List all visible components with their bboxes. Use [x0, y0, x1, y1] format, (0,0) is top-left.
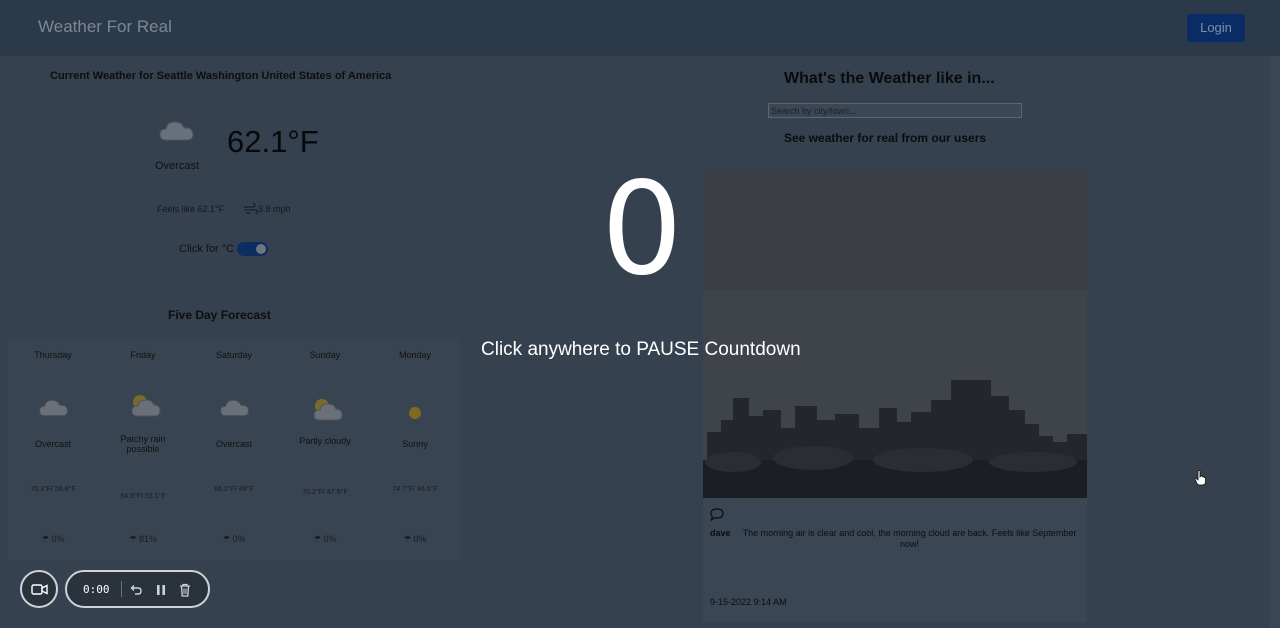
- umbrella-icon: ☂: [403, 534, 412, 544]
- sun-cloud-rain-icon: [128, 392, 162, 429]
- umbrella-icon: ☂: [222, 534, 231, 544]
- forecast-day-name: Thursday: [34, 350, 72, 360]
- forecast-day-name: Saturday: [215, 350, 253, 360]
- forecast-day-sunday: Sunday Partly cloudy 70.2°F/ 47.5°F ☂ 0%: [280, 338, 370, 560]
- forecast-day-friday: Friday Patchy rain possible 64.9°F/ 53.1…: [98, 338, 188, 560]
- forecast-temps: 70.2°F/ 47.5°F: [302, 489, 348, 496]
- forecast-condition: Patchy rain possible: [120, 434, 166, 454]
- wind-icon: [243, 202, 259, 220]
- forecast-day-saturday: Saturday Overcast 66.2°F/ 49°F ☂ 0%: [189, 338, 279, 560]
- trash-icon: [180, 583, 190, 597]
- recording-control-bar: 0:00: [65, 570, 210, 608]
- forecast-condition: Overcast: [215, 439, 252, 449]
- wind-speed: 3.8 mph: [258, 204, 291, 214]
- pause-icon: [157, 585, 165, 595]
- hand-cursor-icon: [1194, 470, 1206, 491]
- forecast-title: Five Day Forecast: [168, 308, 271, 322]
- forecast-precip: ☂ 0%: [222, 534, 246, 544]
- countdown-number[interactable]: 0: [590, 155, 694, 305]
- feels-like: Feels like 62.1°F: [157, 204, 225, 214]
- umbrella-icon: ☂: [313, 534, 322, 544]
- post-date: 9-15-2022 9:14 AM: [710, 597, 787, 607]
- umbrella-icon: ☂: [128, 534, 138, 544]
- delete-button[interactable]: [177, 582, 193, 598]
- current-temperature: 62.1°F: [227, 124, 319, 159]
- community-title: What's the Weather like in...: [784, 70, 995, 87]
- forecast-precip: ☂ 0%: [313, 534, 337, 544]
- city-search-input[interactable]: [768, 103, 1022, 118]
- post-author: dave: [710, 528, 731, 538]
- sun-icon: [406, 404, 424, 427]
- forecast-condition: Partly cloudy: [299, 436, 351, 446]
- forecast-day-name: Monday: [398, 350, 432, 360]
- undo-icon: [130, 585, 142, 595]
- navbar: Weather For Real Login: [0, 0, 1280, 56]
- camera-toggle-button[interactable]: [20, 570, 58, 608]
- forecast-day-name: Sunday: [309, 350, 341, 360]
- forecast-panel: Thursday Overcast 70.3°F/ 56.8°F ☂ 0% Fri…: [8, 338, 460, 560]
- current-weather-title: Current Weather for Seattle Washington U…: [50, 70, 392, 82]
- user-post-card: dave The morning air is clear and cool, …: [703, 170, 1087, 622]
- post-photo[interactable]: [703, 170, 1087, 498]
- divider: [121, 581, 122, 597]
- forecast-precip: ☂ 0%: [403, 534, 427, 544]
- forecast-condition: Overcast: [34, 439, 71, 449]
- community-subtitle: See weather for real from our users: [784, 131, 987, 145]
- post-text: The morning air is clear and cool, the m…: [742, 528, 1077, 549]
- forecast-temps: 64.9°F/ 53.1°F: [120, 493, 166, 500]
- undo-button[interactable]: [128, 582, 144, 598]
- pause-button[interactable]: [153, 582, 169, 598]
- cloud-icon: [158, 118, 196, 149]
- login-button[interactable]: Login: [1187, 14, 1245, 42]
- brand-logo[interactable]: Weather For Real: [38, 17, 172, 37]
- comment-icon[interactable]: [710, 508, 724, 526]
- video-camera-icon: [31, 584, 48, 595]
- cloud-icon: [219, 396, 251, 425]
- forecast-condition: Sunny: [402, 439, 428, 449]
- current-condition: Overcast: [154, 160, 199, 172]
- forecast-temps: 74.7°F/ 46.6°F: [392, 486, 438, 493]
- toggle-knob: [256, 244, 266, 254]
- sun-cloud-icon: [310, 396, 344, 427]
- forecast-day-monday: Monday Sunny 74.7°F/ 46.6°F ☂ 0%: [370, 338, 460, 560]
- unit-toggle-label: Click for °C: [179, 243, 235, 255]
- forecast-precip: ☂ 0%: [41, 534, 65, 544]
- forecast-day-thursday: Thursday Overcast 70.3°F/ 56.8°F ☂ 0%: [8, 338, 98, 560]
- countdown-message[interactable]: Click anywhere to PAUSE Countdown: [481, 339, 801, 361]
- forecast-temps: 66.2°F/ 49°F: [214, 486, 254, 493]
- unit-toggle-switch[interactable]: [237, 242, 268, 256]
- forecast-precip: ☂ 81%: [128, 534, 158, 544]
- cloud-icon: [38, 396, 70, 425]
- recording-timer: 0:00: [83, 583, 110, 596]
- page-scrollbar[interactable]: [1270, 56, 1280, 628]
- forecast-day-name: Friday: [130, 350, 156, 360]
- forecast-temps: 70.3°F/ 56.8°F: [30, 486, 76, 493]
- umbrella-icon: ☂: [41, 534, 50, 544]
